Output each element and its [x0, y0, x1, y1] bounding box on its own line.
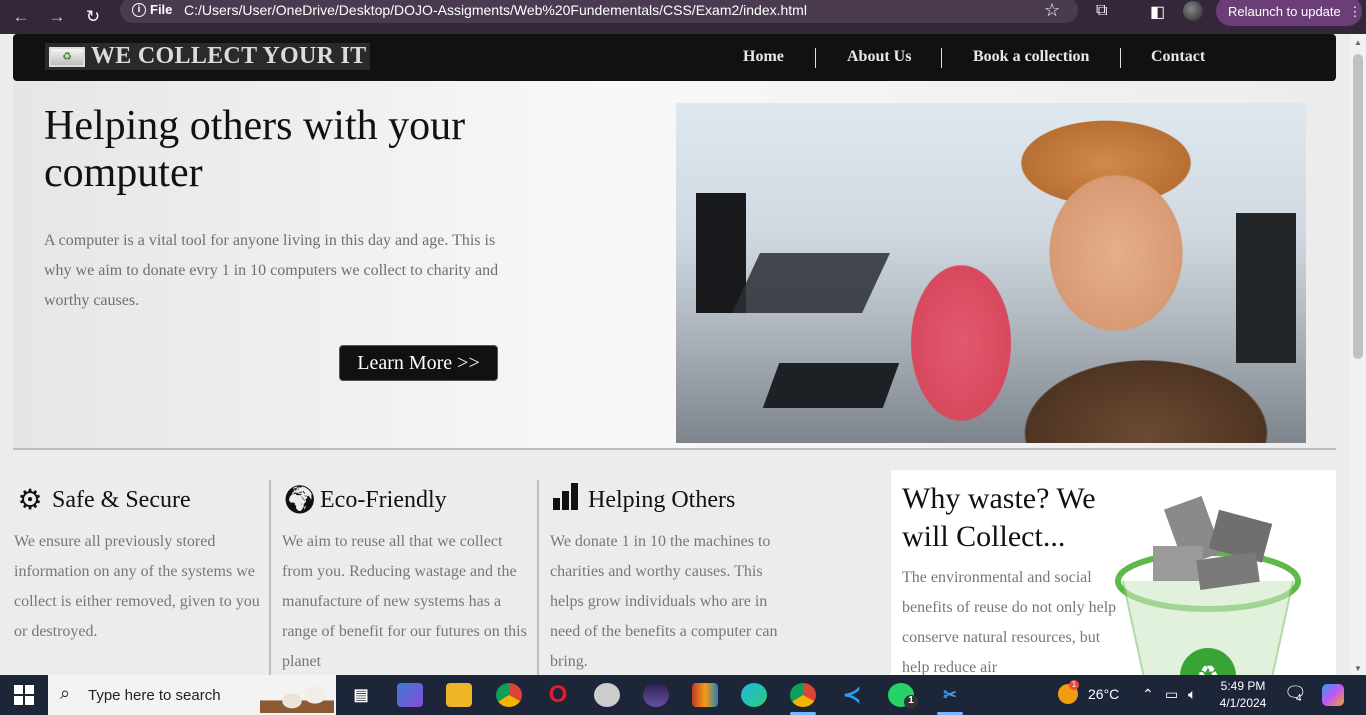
show-hidden-icons-icon[interactable]: ⌃	[1142, 686, 1154, 703]
vscode-icon[interactable]: ≺	[839, 682, 865, 707]
site-navbar: ♻ WE COLLECT YOUR IT Home About Us Book …	[13, 34, 1336, 81]
recycle-monitor-icon: ♻	[49, 46, 85, 67]
taskbar-clock[interactable]: 5:49 PM 4/1/2024	[1216, 678, 1270, 712]
feature-title: Helping Others	[588, 486, 736, 513]
web-page: ♻ WE COLLECT YOUR IT Home About Us Book …	[0, 34, 1350, 675]
hero-title: Helping others with your computer	[44, 103, 466, 196]
scrollbar-thumb[interactable]	[1353, 54, 1363, 359]
relaunch-update-button[interactable]: Relaunch to update ⋮	[1216, 0, 1362, 26]
forward-arrow-icon: →	[48, 7, 66, 26]
notifications-icon[interactable]: 🗨︎ 4	[1284, 683, 1307, 704]
snipping-tool-icon[interactable]: ✂	[937, 683, 963, 707]
bar-chart-icon	[550, 482, 582, 518]
nav-divider	[1120, 48, 1121, 68]
section-divider	[13, 448, 1336, 450]
battery-icon[interactable]: ▭	[1165, 686, 1178, 703]
volume-icon[interactable]: 🔈︎	[1188, 686, 1196, 703]
scroll-down-icon[interactable]: ▼	[1354, 664, 1362, 673]
site-logo[interactable]: ♻ WE COLLECT YOUR IT	[45, 43, 371, 70]
logo-text: WE COLLECT YOUR IT	[91, 43, 367, 69]
weather-badge: 1	[1069, 680, 1079, 690]
why-waste-card: Why waste? We will Collect... The enviro…	[891, 470, 1336, 675]
reload-icon: ↻	[85, 7, 101, 26]
feature-title: Safe & Secure	[52, 486, 191, 513]
feature-eco-friendly: 🌍︎ Eco-Friendly We aim to reuse all that…	[282, 482, 527, 675]
nav-divider	[941, 48, 942, 68]
feature-text: We aim to reuse all that we collect from…	[282, 533, 527, 670]
edge-icon[interactable]	[741, 683, 767, 707]
url-text[interactable]: C:/Users/User/OneDrive/Desktop/DOJO-Assi…	[184, 2, 807, 18]
nav-contact-link[interactable]: Contact	[1151, 48, 1205, 66]
search-highlight-image	[260, 681, 334, 713]
forward-button[interactable]: →	[44, 4, 70, 30]
taskbar-search[interactable]: ⌕ Type here to search	[48, 675, 336, 715]
back-arrow-icon: ←	[12, 7, 30, 26]
svg-text:♻: ♻	[1196, 661, 1219, 675]
clock-time: 5:49 PM	[1220, 679, 1266, 693]
hero-section: Helping others with your computer A comp…	[13, 81, 1336, 448]
feature-text: We donate 1 in 10 the machines to charit…	[550, 533, 778, 670]
whatsapp-icon[interactable]: 1	[888, 683, 918, 709]
globe-icon: 🌍︎	[282, 485, 318, 516]
clock-date: 4/1/2024	[1219, 696, 1267, 710]
feature-safe-secure: ⚙ Safe & Secure We ensure all previously…	[14, 482, 274, 647]
relaunch-label: Relaunch to update	[1228, 4, 1341, 19]
column-divider	[537, 480, 539, 675]
whatsapp-badge: 1	[904, 695, 918, 709]
info-icon: i	[132, 2, 146, 17]
why-title: Why waste? We will Collect...	[902, 482, 1096, 553]
nav-about-link[interactable]: About Us	[847, 48, 911, 66]
extensions-puzzle-icon[interactable]: ⧉	[1096, 2, 1107, 20]
reload-button[interactable]: ↻	[80, 4, 106, 30]
column-divider	[269, 480, 271, 675]
learn-more-button[interactable]: Learn More >>	[339, 345, 498, 381]
hero-text: A computer is a vital tool for anyone li…	[44, 232, 499, 309]
page-scrollbar[interactable]: ▲ ▼	[1350, 34, 1366, 675]
opera-icon[interactable]: O	[545, 681, 571, 708]
eclipse-icon[interactable]	[643, 683, 669, 707]
file-explorer-icon[interactable]	[446, 683, 472, 707]
browser-toolbar: ← → ↻ i File C:/Users/User/OneDrive/Desk…	[0, 0, 1366, 34]
side-panel-icon[interactable]: ◧	[1150, 2, 1165, 22]
chrome-icon[interactable]	[496, 683, 522, 707]
windows-start-icon[interactable]	[14, 685, 34, 705]
copilot-tray-icon[interactable]	[1322, 684, 1344, 706]
chrome-active-icon[interactable]	[790, 683, 816, 707]
browser-menu-icon: ⋮	[1348, 4, 1362, 19]
gear-icon: ⚙	[17, 485, 43, 516]
site-info-button[interactable]: i File	[132, 2, 172, 17]
windows-taskbar: ⌕ Type here to search ▤ O ≺ 1 ✂ 1 26°C ⌃…	[0, 675, 1366, 715]
copilot-icon[interactable]	[397, 683, 423, 707]
weather-icon[interactable]: 1	[1058, 680, 1079, 704]
file-label: File	[150, 2, 173, 17]
back-button[interactable]: ←	[8, 4, 34, 30]
recycle-bin-image: ♻	[1115, 495, 1301, 675]
nav-home-link[interactable]: Home	[743, 48, 784, 66]
winrar-icon[interactable]	[692, 683, 718, 707]
feature-title: Eco-Friendly	[320, 486, 447, 513]
app-icon[interactable]	[594, 683, 620, 707]
notification-count: 4	[1296, 693, 1302, 704]
search-icon: ⌕	[60, 683, 71, 703]
nav-book-link[interactable]: Book a collection	[973, 48, 1089, 66]
profile-avatar[interactable]	[1183, 1, 1203, 21]
search-placeholder: Type here to search	[88, 687, 221, 704]
feature-text: We ensure all previously stored informat…	[14, 533, 260, 640]
hero-image-boy-computer	[676, 103, 1306, 443]
why-text: The environmental and social benefits of…	[902, 569, 1117, 675]
feature-helping-others: Helping Others We donate 1 in 10 the mac…	[550, 482, 785, 675]
nav-divider	[815, 48, 816, 68]
scroll-up-icon[interactable]: ▲	[1354, 38, 1362, 47]
bookmark-star-icon[interactable]: ☆	[1044, 0, 1060, 21]
task-view-icon[interactable]: ▤	[348, 683, 374, 707]
weather-temp[interactable]: 26°C	[1088, 686, 1119, 702]
